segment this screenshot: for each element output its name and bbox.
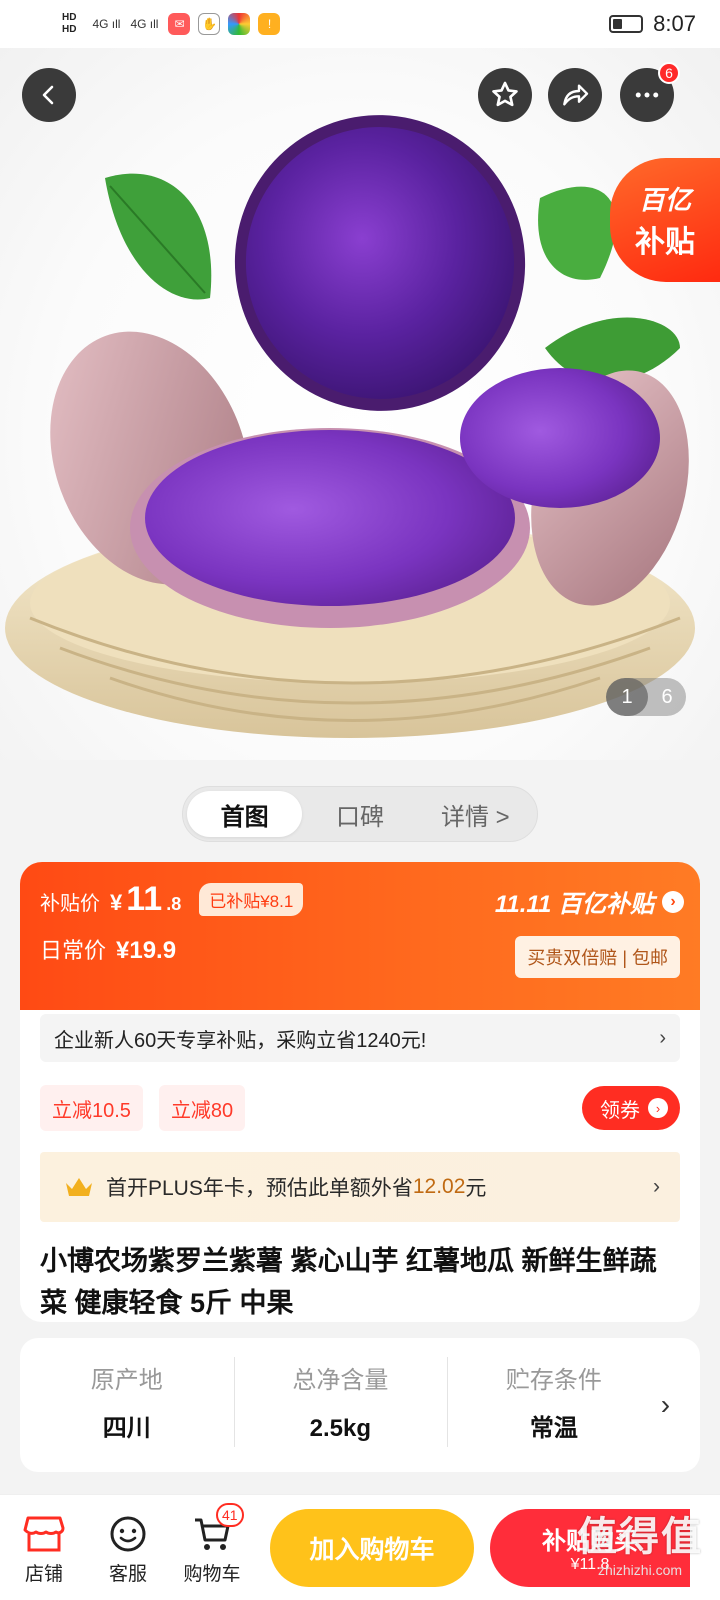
subsidy-buy-button[interactable]: 补贴购买 ¥11.8	[490, 1508, 690, 1587]
enterprise-notice[interactable]: 企业新人60天专享补贴，采购立省1240元! ›	[40, 1014, 680, 1062]
price-card: 补贴价 ¥ 11 .8 已补贴¥8.1 日常价 ¥19.9 11.11 百亿补贴…	[20, 862, 700, 1322]
plus-amount: 12.02	[412, 1175, 466, 1198]
tab-details[interactable]: 详情 >	[418, 791, 533, 837]
store-button[interactable]: 店铺	[2, 1509, 86, 1586]
signal-2: 4G ıll	[130, 17, 159, 31]
media-tabs: 首图 口碑 详情 >	[182, 786, 538, 842]
plus-text: 首开PLUS年卡，预估此单额外省	[106, 1177, 413, 1200]
cart-count-badge: 41	[216, 1503, 244, 1527]
guarantee-badge[interactable]: 买贵双倍赔 | 包邮	[515, 936, 680, 978]
spec-storage: 贮存条件 常温	[447, 1357, 661, 1453]
tab-main-image[interactable]: 首图	[187, 791, 303, 837]
spec-value: 四川	[102, 1415, 151, 1442]
regular-price: ¥19.9	[116, 937, 177, 964]
notification-app-icon: !	[258, 13, 281, 35]
store-label: 店铺	[24, 1564, 63, 1585]
spec-value: 常温	[529, 1415, 578, 1442]
spec-card[interactable]: 原产地 四川 总净含量 2.5kg 贮存条件 常温 ›	[20, 1338, 700, 1472]
store-icon	[23, 1516, 65, 1552]
chevron-right-icon: ›	[653, 1175, 660, 1198]
coupon-1[interactable]: 立减10.5	[40, 1085, 143, 1131]
chat-face-icon	[110, 1516, 146, 1552]
price-header: 补贴价 ¥ 11 .8 已补贴¥8.1 日常价 ¥19.9 11.11 百亿补贴…	[20, 862, 700, 1010]
mail-app-icon: ✉	[168, 13, 191, 35]
chevron-right-icon: ›	[662, 890, 684, 913]
favorite-button[interactable]	[478, 68, 532, 122]
spec-label: 原产地	[90, 1367, 163, 1394]
currency-symbol: ¥	[110, 890, 123, 915]
coupon-row: 立减10.5 立减80 领券 ›	[40, 1084, 680, 1132]
back-arrow-icon	[42, 85, 54, 105]
regular-price-label: 日常价	[40, 938, 107, 963]
share-icon	[563, 84, 589, 106]
product-page: HD HD 4G ıll 4G ıll ✉ ✋ ! 8:07 6 百亿 补贴 1…	[0, 0, 720, 1600]
image-total: 6	[661, 685, 673, 708]
clock: 8:07	[653, 11, 696, 36]
hd-bottom: HD	[62, 24, 77, 35]
battery-icon	[609, 15, 644, 33]
spec-net-weight: 总净含量 2.5kg	[233, 1357, 448, 1453]
crown-icon	[66, 1178, 92, 1196]
plus-membership-banner[interactable]: 首开PLUS年卡，预估此单额外省 12.02 元 ›	[40, 1152, 680, 1222]
get-coupon-label: 领券	[600, 1099, 640, 1122]
chevron-right-icon: ›	[659, 1026, 666, 1049]
coupon-2[interactable]: 立减80	[158, 1085, 246, 1131]
customer-service-button[interactable]: 客服	[86, 1509, 170, 1586]
add-to-cart-button[interactable]: 加入购物车	[270, 1508, 474, 1587]
more-dots-icon	[635, 92, 659, 98]
spec-label: 总净含量	[292, 1367, 389, 1394]
chevron-right-icon: ›	[660, 1389, 671, 1420]
subsidy-badge: 百亿 补贴	[610, 158, 720, 282]
menu-badge: 6	[658, 62, 680, 84]
product-title: 小博农场紫罗兰紫薯 紫心山芋 红薯地瓜 新鲜生鲜蔬菜 健康轻食 5斤 中果	[40, 1246, 657, 1318]
subsidy-badge-line1: 百亿	[638, 184, 691, 215]
signal-1: 4G ıll	[92, 17, 121, 31]
subsidy-program-link[interactable]: 11.11 百亿补贴 ›	[495, 884, 684, 919]
product-image-carousel[interactable]: 6 百亿 补贴 1 6	[0, 48, 720, 760]
image-counter: 1 6	[606, 678, 686, 716]
hand-app-icon: ✋	[198, 13, 221, 35]
tab-reviews[interactable]: 口碑	[302, 791, 417, 837]
star-icon	[492, 81, 518, 107]
image-index: 1	[606, 678, 648, 716]
spec-origin: 原产地 四川	[20, 1357, 234, 1453]
buy-label: 补贴购买	[542, 1528, 638, 1555]
subsidy-price-decimal: .8	[166, 894, 182, 914]
chevron-right-icon: ›	[648, 1098, 668, 1118]
network-indicator: HD HD	[62, 12, 76, 36]
back-button[interactable]	[22, 68, 76, 122]
subsidy-price-label: 补贴价	[40, 893, 100, 915]
subsidy-badge-line2: 补贴	[635, 225, 695, 259]
service-label: 客服	[108, 1564, 147, 1585]
colorful-app-icon	[228, 13, 251, 35]
spec-label: 贮存条件	[505, 1367, 602, 1394]
status-right: 8:07	[609, 11, 696, 37]
cart-button[interactable]: 购物车 41	[170, 1503, 254, 1586]
more-menu-button[interactable]: 6	[620, 62, 680, 122]
get-coupon-button[interactable]: 领券 ›	[582, 1086, 680, 1130]
subsidized-tag: 已补贴¥8.1	[199, 883, 304, 916]
subsidy-price-integer: 11	[126, 880, 163, 918]
bottom-action-bar: 店铺 客服 购物车 41 加入购物车 补贴购买 ¥11.8	[0, 1494, 720, 1600]
status-bar: HD HD 4G ıll 4G ıll ✉ ✋ ! 8:07	[0, 0, 720, 48]
cart-label: 购物车	[183, 1564, 241, 1585]
sweet-potato-image	[5, 115, 695, 738]
enterprise-notice-text: 企业新人60天专享补贴，采购立省1240元!	[54, 1029, 427, 1052]
spec-value: 2.5kg	[309, 1415, 372, 1442]
subsidy-program-label: 11.11 百亿补贴	[494, 891, 654, 918]
share-button[interactable]	[548, 68, 602, 122]
plus-unit: 元	[465, 1177, 487, 1200]
buy-price: ¥11.8	[570, 1556, 610, 1573]
hd-top: HD	[62, 12, 77, 23]
